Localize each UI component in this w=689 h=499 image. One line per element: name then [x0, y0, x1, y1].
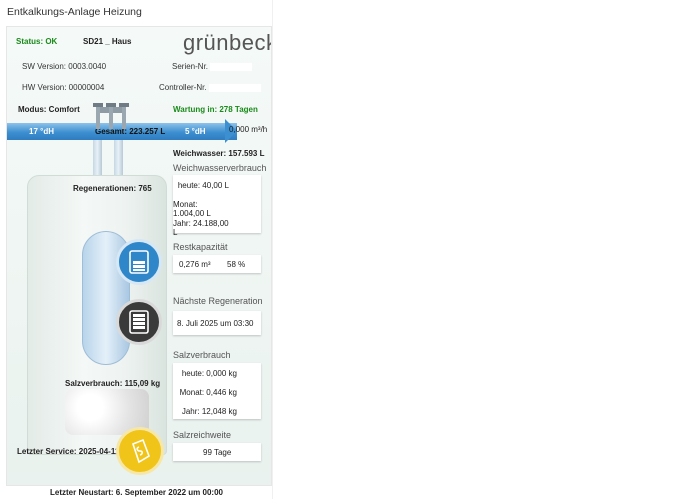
- next-regeneration-value: 8. Juli 2025 um 03:30: [177, 319, 254, 328]
- controller-redaction: [208, 83, 261, 92]
- next-regeneration-title: Nächste Regeneration: [173, 296, 263, 306]
- last-restart: Letzter Neustart: 6. September 2022 um 0…: [50, 488, 223, 497]
- serial-redaction: [210, 62, 253, 71]
- serial-label: Serien-Nr.: [172, 62, 209, 71]
- remaining-volume: 0,276 m³: [179, 260, 211, 269]
- salt-usage-month: Monat: 0,446 kg: [179, 388, 237, 397]
- hardness-out: 5 °dH: [185, 127, 206, 136]
- salt-usage-box: heute: 0,000 kg Monat: 0,446 kg Jahr: 12…: [173, 363, 261, 419]
- soft-water-month: Monat: 1.004,00 L: [173, 200, 211, 218]
- next-regeneration-box: 8. Juli 2025 um 03:30: [173, 311, 261, 335]
- serial-number: Serien-Nr.: [172, 62, 253, 71]
- regenerations-count: Regenerationen: 765: [73, 184, 152, 193]
- salt-icon: [116, 427, 164, 475]
- sw-version: SW Version: 0003.0040: [22, 62, 107, 71]
- hw-version: HW Version: 00000004: [22, 83, 105, 92]
- last-service: Letzter Service: 2025-04-11: [17, 447, 120, 456]
- device-panel: Status: OK SD21 _ Haus grünbeck SW Versi…: [6, 26, 272, 486]
- remaining-percent: 58 %: [227, 260, 246, 269]
- brand-logo: grünbeck: [183, 30, 272, 55]
- soft-water-usage-box: heute: 40,00 L Monat: 1.004,00 L Jahr: 2…: [173, 175, 261, 237]
- soft-water-usage-title: Weichwasserverbrauch: [173, 163, 267, 173]
- salt-usage-year: Jahr: 12,048 kg: [181, 407, 237, 416]
- controller-number: Controller-Nr.: [159, 83, 261, 92]
- remaining-capacity-title: Restkapazität: [173, 242, 228, 252]
- salt-bag-icon: [132, 438, 150, 464]
- salt-range-title: Salzreichweite: [173, 430, 232, 440]
- salt-usage-today: heute: 0,000 kg: [181, 369, 237, 378]
- soft-water-year: Jahr: 24.188,00 L: [173, 219, 229, 237]
- status-label: Status: OK: [16, 37, 58, 46]
- mode-label: Modus: Comfort: [18, 105, 80, 114]
- salt-range-value: 99 Tage: [203, 448, 232, 457]
- capacity-gauge-icon: [129, 250, 149, 274]
- hardness-in: 17 °dH: [29, 127, 54, 136]
- salt-total: Salzverbrauch: 115,09 kg: [65, 379, 161, 388]
- maintenance-label: Wartung in: 278 Tagen: [173, 105, 258, 114]
- card-title: Entkalkungs-Anlage Heizung: [7, 6, 142, 18]
- capacity-icon: [116, 239, 162, 285]
- salt-usage-title: Salzverbrauch: [173, 350, 231, 360]
- soft-water-today: heute: 40,00 L: [177, 181, 229, 190]
- flow-rate: 0,000 m³/h: [229, 125, 268, 134]
- soft-water-total: Weichwasser: 157.593 L: [173, 149, 265, 158]
- valve-icon: [93, 103, 129, 129]
- regeneration-icon: [116, 299, 162, 345]
- controller-label: Controller-Nr.: [159, 83, 207, 92]
- device-name: SD21 _ Haus: [83, 37, 132, 46]
- remaining-capacity-box: 0,276 m³ 58 %: [173, 255, 261, 273]
- regeneration-gauge-icon: [129, 310, 149, 334]
- salt-range-box: 99 Tage: [173, 443, 261, 461]
- softener-card: Entkalkungs-Anlage Heizung Status: OK SD…: [0, 0, 273, 499]
